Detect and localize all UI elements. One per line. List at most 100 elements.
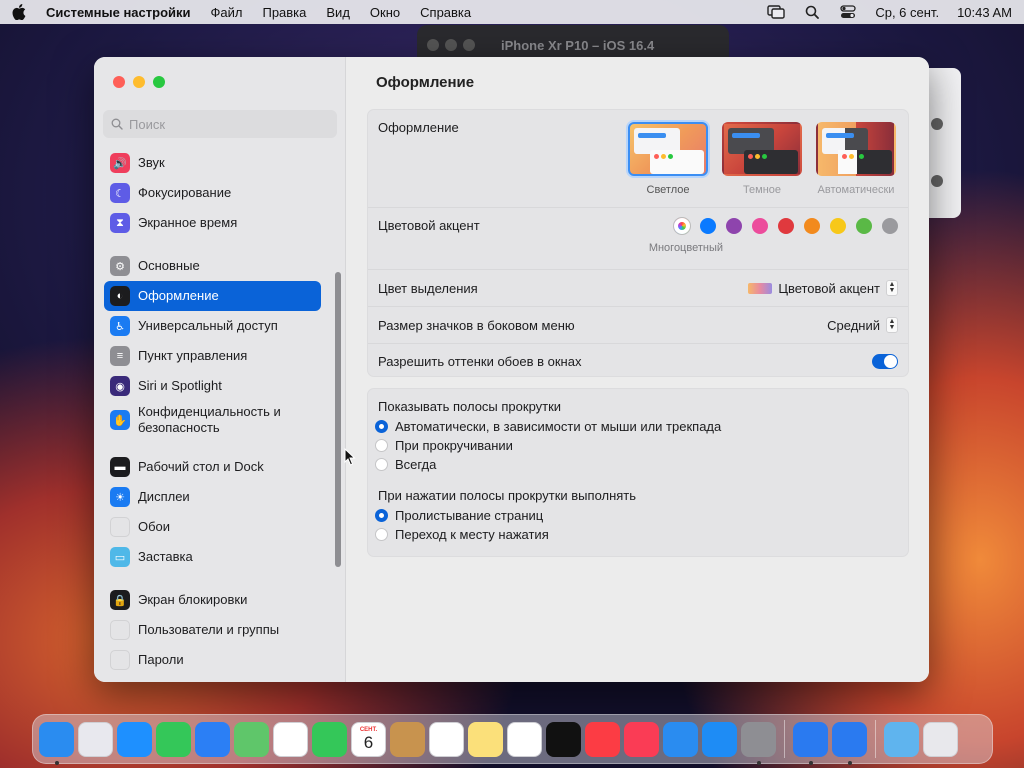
radio-button[interactable] xyxy=(375,420,388,433)
close-button[interactable] xyxy=(113,76,125,88)
sidebar-item-label: Экран блокировки xyxy=(138,592,248,607)
news-icon[interactable] xyxy=(624,721,659,757)
menu-window[interactable]: Окно xyxy=(370,5,400,20)
highlight-color-row: Цвет выделения Цветовой акцент ▲ ▼ xyxy=(368,270,908,307)
trash-icon[interactable] xyxy=(923,721,958,757)
highlight-color-popup[interactable]: Цветовой акцент ▲ ▼ xyxy=(748,280,898,296)
accent-color-swatch[interactable] xyxy=(700,218,716,234)
wallpaper-tint-toggle[interactable] xyxy=(872,353,898,369)
accent-color-swatch[interactable] xyxy=(856,218,872,234)
facetime-icon[interactable] xyxy=(312,721,347,757)
accent-color-swatch[interactable] xyxy=(726,218,742,234)
highlight-color-swatch xyxy=(748,282,773,294)
apple-menu-icon[interactable] xyxy=(12,4,26,20)
menubar-time[interactable]: 10:43 AM xyxy=(957,5,1012,20)
radio-option[interactable]: Автоматически, в зависимости от мыши или… xyxy=(375,417,898,436)
radio-button[interactable] xyxy=(375,509,388,522)
appearance-dark-option[interactable]: Темное xyxy=(720,122,804,196)
radio-button[interactable] xyxy=(375,439,388,452)
messages-icon[interactable] xyxy=(156,721,191,757)
app-store-icon[interactable] xyxy=(702,721,737,757)
accent-color-swatch[interactable] xyxy=(830,218,846,234)
menubar-date[interactable]: Ср, 6 сент. xyxy=(875,5,939,20)
simulator-minimize-button[interactable] xyxy=(445,39,457,51)
sidebar-item-users[interactable]: Пользователи и группы xyxy=(104,615,321,645)
appearance-auto-option[interactable]: Автоматически xyxy=(814,122,898,196)
sidebar-scrollbar[interactable] xyxy=(335,272,341,567)
sidebar-item-gear[interactable]: ⚙ Основные xyxy=(104,251,321,281)
simulator-zoom-button[interactable] xyxy=(463,39,475,51)
zoom-button[interactable] xyxy=(153,76,165,88)
radio-label: Переход к месту нажатия xyxy=(395,527,549,542)
sidebar-item-wallpaper[interactable]: Обои xyxy=(104,512,321,542)
mail-icon[interactable] xyxy=(195,721,230,757)
search-input[interactable] xyxy=(129,116,319,132)
screen-mirroring-icon[interactable] xyxy=(767,5,786,19)
appearance-light-option[interactable]: Светлое xyxy=(626,122,710,196)
sidebar-item-accessibility[interactable]: ♿ Универсальный доступ xyxy=(104,311,321,341)
radio-option[interactable]: Всегда xyxy=(375,455,898,474)
calendar-icon[interactable]: СЕНТ. 6 xyxy=(351,721,386,757)
radio-button[interactable] xyxy=(375,528,388,541)
menu-edit[interactable]: Правка xyxy=(262,5,306,20)
sidebar-item-label: Звук xyxy=(138,155,165,170)
launchpad-icon[interactable] xyxy=(78,721,113,757)
tv-icon[interactable] xyxy=(546,721,581,757)
xcode-icon[interactable] xyxy=(793,721,828,765)
photos-icon[interactable] xyxy=(273,721,308,757)
accent-color-swatch[interactable] xyxy=(882,218,898,234)
dark-appearance-thumbnail[interactable] xyxy=(722,122,802,176)
simulator-icon[interactable] xyxy=(832,721,867,765)
reminders-icon[interactable] xyxy=(429,721,464,757)
accent-multicolor-swatch[interactable] xyxy=(674,218,690,234)
radio-button[interactable] xyxy=(375,458,388,471)
menu-help[interactable]: Справка xyxy=(420,5,471,20)
sidebar-icon-size-popup[interactable]: Средний ▲ ▼ xyxy=(827,317,898,333)
sidebar-item-speaker[interactable]: 🔊 Звук xyxy=(104,148,321,178)
radio-option[interactable]: Переход к месту нажатия xyxy=(375,525,898,544)
app-name-menu[interactable]: Системные настройки xyxy=(46,5,191,20)
control-center-icon[interactable] xyxy=(839,5,857,19)
sidebar-item-hourglass[interactable]: ⧗ Экранное время xyxy=(104,208,321,238)
accent-color-swatch[interactable] xyxy=(752,218,768,234)
light-appearance-thumbnail[interactable] xyxy=(628,122,708,176)
spotlight-search-icon[interactable] xyxy=(803,5,821,19)
sidebar-item-siri[interactable]: ◉ Siri и Spotlight xyxy=(104,371,321,401)
contacts-icon[interactable] xyxy=(390,721,425,757)
auto-appearance-thumbnail[interactable] xyxy=(816,122,896,176)
minimize-button[interactable] xyxy=(133,76,145,88)
radio-option[interactable]: Пролистывание страниц xyxy=(375,506,898,525)
music-icon[interactable] xyxy=(585,721,620,757)
radio-option[interactable]: При прокручивании xyxy=(375,436,898,455)
finder-icon[interactable] xyxy=(39,721,74,765)
sidebar-item-dock[interactable]: ▬ Рабочий стол и Dock xyxy=(104,452,321,482)
menu-view[interactable]: Вид xyxy=(326,5,350,20)
simulator-close-button[interactable] xyxy=(427,39,439,51)
sidebar-item-appearance[interactable]: ◐ Оформление xyxy=(104,281,321,311)
sidebar-item-lock[interactable]: 🔒 Экран блокировки xyxy=(104,585,321,615)
system-settings-icon[interactable] xyxy=(741,721,776,765)
sidebar-item-key[interactable]: Пароли xyxy=(104,645,321,675)
keynote-icon[interactable] xyxy=(663,721,698,757)
sidebar-item-moon[interactable]: ☾ Фокусирование xyxy=(104,178,321,208)
accent-color-row: Цветовой акцент Многоцветный xyxy=(368,208,908,270)
simulator-window-title: iPhone Xr P10 – iOS 16.4 xyxy=(501,37,655,53)
sidebar-item-sun[interactable]: ☀ Дисплеи xyxy=(104,482,321,512)
sidebar-item-control-center[interactable]: ≡ Пункт управления xyxy=(104,341,321,371)
search-field[interactable] xyxy=(103,110,337,138)
sidebar-item-screensaver[interactable]: ▭ Заставка xyxy=(104,542,321,572)
page-title: Оформление xyxy=(376,74,475,91)
sidebar-item-hand[interactable]: ✋ Конфиденциальность и безопасность xyxy=(104,401,321,439)
freeform-icon[interactable] xyxy=(507,721,542,757)
click-scrollbar-options: Пролистывание страниц Переход к месту наж… xyxy=(375,506,898,544)
maps-icon[interactable] xyxy=(234,721,269,757)
notes-icon[interactable] xyxy=(468,721,503,757)
safari-icon[interactable] xyxy=(117,721,152,757)
accent-color-swatch[interactable] xyxy=(778,218,794,234)
menu-file[interactable]: Файл xyxy=(211,5,243,20)
accent-color-swatch[interactable] xyxy=(804,218,820,234)
downloads-folder-icon[interactable] xyxy=(884,721,919,757)
zoom-in-icon[interactable] xyxy=(931,118,943,130)
close-circle-icon[interactable] xyxy=(931,175,943,187)
